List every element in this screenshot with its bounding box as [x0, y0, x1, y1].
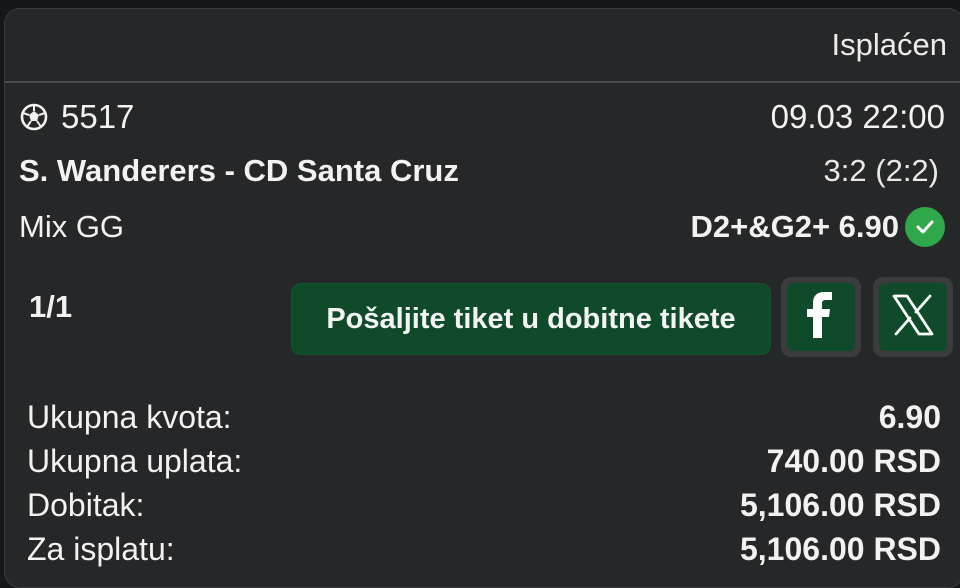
- match-meta-row: 5517 09.03 22:00: [19, 97, 945, 137]
- summary-row-winnings: Dobitak: 5,106.00 RSD: [27, 483, 941, 527]
- share-x-button[interactable]: [873, 277, 953, 357]
- soccer-ball-icon: [19, 102, 49, 132]
- summary-row-stake: Ukupna uplata: 740.00 RSD: [27, 439, 941, 483]
- match-score: 3:2 (2:2): [823, 153, 939, 188]
- summary-label: Za isplatu:: [27, 531, 175, 567]
- summary-value: 6.90: [878, 399, 941, 435]
- summary-value: 740.00 RSD: [766, 443, 941, 479]
- match-datetime: 09.03 22:00: [770, 98, 945, 135]
- ticket-count: 1/1: [29, 289, 73, 324]
- facebook-icon: [804, 291, 838, 343]
- summary-label: Ukupna kvota:: [27, 399, 232, 435]
- match-teams-row: S. Wanderers - CD Santa Cruz 3:2 (2:2): [19, 151, 945, 191]
- summary-row-payout: Za isplatu: 5,106.00 RSD: [27, 527, 941, 571]
- summary-row-total-odds: Ukupna kvota: 6.90: [27, 395, 941, 439]
- match-teams: S. Wanderers - CD Santa Cruz: [19, 153, 459, 188]
- share-facebook-button[interactable]: [781, 277, 861, 357]
- summary-value: 5,106.00 RSD: [739, 487, 941, 523]
- match-id: 5517: [61, 98, 135, 135]
- ticket-header: Isplaćen: [5, 9, 960, 83]
- send-to-winning-tickets-button[interactable]: Pošaljite tiket u dobitne tikete: [291, 283, 771, 355]
- status-badge: Isplaćen: [831, 27, 947, 62]
- summary-label: Ukupna uplata:: [27, 443, 243, 479]
- x-icon: [890, 292, 936, 343]
- summary-label: Dobitak:: [27, 487, 145, 523]
- ticket-summary: Ukupna kvota: 6.90 Ukupna uplata: 740.00…: [27, 395, 941, 571]
- ticket-card: Isplaćen 5517 09.03 22:00 S. Wanderers -…: [4, 8, 960, 588]
- bet-pick: D2+&G2+ 6.90: [690, 207, 945, 247]
- bet-pick-label: D2+&G2+ 6.90: [690, 209, 899, 244]
- summary-value: 5,106.00 RSD: [739, 531, 941, 567]
- bet-type: Mix GG: [19, 209, 125, 244]
- send-button-label: Pošaljite tiket u dobitne tikete: [326, 302, 736, 335]
- check-icon: [905, 207, 945, 247]
- bet-row: Mix GG D2+&G2+ 6.90: [19, 207, 945, 247]
